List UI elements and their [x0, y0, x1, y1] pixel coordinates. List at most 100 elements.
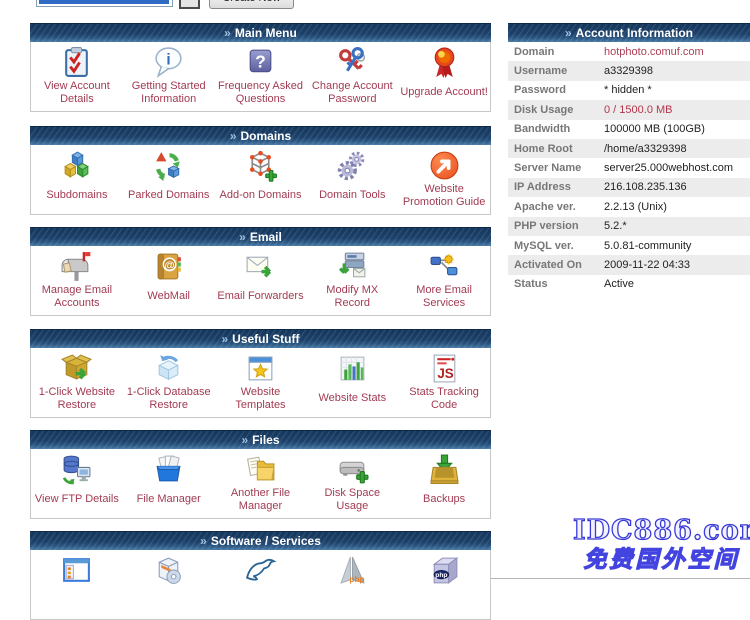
promotion-arrow-icon: [428, 149, 461, 182]
box-restore-icon: [60, 352, 93, 385]
menu-item-email-forwarders[interactable]: Email Forwarders: [215, 246, 307, 315]
chevron-icon: »: [221, 332, 228, 346]
chevron-icon: »: [241, 433, 248, 447]
section-useful-stuff: »Useful Stuff 1-Click Website Restore 1-…: [30, 329, 491, 418]
menu-item-label: Upgrade Account!: [398, 79, 489, 106]
domain-input[interactable]: [36, 0, 173, 7]
envelope-forward-icon: [244, 250, 277, 283]
account-info-value: 216.108.235.136: [604, 181, 687, 193]
account-info-value: /home/a3329398: [604, 143, 687, 155]
account-info-value: a3329398: [604, 65, 653, 77]
svg-text:@: @: [165, 261, 175, 272]
question-mark-icon: ?: [244, 46, 277, 79]
menu-item-1-click-database-restore[interactable]: 1-Click Database Restore: [123, 348, 215, 417]
section-body: php php: [30, 550, 491, 620]
account-info-row-password: Password * hidden *: [508, 81, 750, 100]
svg-text:php: php: [435, 572, 447, 579]
menu-item-getting-started-information[interactable]: i Getting Started Information: [123, 42, 215, 111]
menu-item-subdomains[interactable]: Subdomains: [31, 145, 123, 214]
account-info-row-domain: Domain hotphoto.comuf.com: [508, 42, 750, 61]
software-box-icon: [152, 554, 185, 587]
menu-item-manage-email-accounts[interactable]: Manage Email Accounts: [31, 246, 123, 315]
account-info-label: Activated On: [508, 259, 604, 271]
selected-text-highlight: [39, 0, 169, 4]
ftp-icon: [60, 453, 93, 486]
menu-item-website-promotion-guide[interactable]: Website Promotion Guide: [398, 145, 490, 214]
menu-item-upgrade-account[interactable]: Upgrade Account!: [398, 42, 490, 111]
section-header: »Useful Stuff: [30, 329, 491, 348]
account-info-label: IP Address: [508, 181, 604, 193]
menu-item-webmail[interactable]: @ WebMail: [123, 246, 215, 315]
cubes-icon: [60, 149, 93, 182]
domain-link[interactable]: hotphoto.comuf.com: [604, 46, 704, 58]
section-software-services: » Software / Services php php: [30, 531, 491, 620]
phpmyadmin-sail-icon: php: [336, 554, 369, 587]
section-title: Software / Services: [211, 534, 321, 548]
svg-text:JS: JS: [437, 366, 453, 381]
menu-item-label: Another File Manager: [215, 486, 307, 513]
flowchart-icon: [428, 250, 461, 283]
menu-item-label: Website Templates: [215, 385, 307, 412]
menu-item-more-email-services[interactable]: More Email Services: [398, 246, 490, 315]
menu-item-backups[interactable]: Backups: [398, 449, 490, 518]
account-info-value: 5.0.81-community: [604, 240, 691, 252]
menu-item-domain-tools[interactable]: Domain Tools: [306, 145, 398, 214]
section-email: »Email Manage Email Accounts @ WebMail E…: [30, 227, 491, 316]
section-header: »Email: [30, 227, 491, 246]
chevron-icon: »: [239, 230, 246, 244]
menu-item-label: Add-on Domains: [218, 182, 304, 209]
section-title: Domains: [241, 129, 292, 143]
menu-item-label: Email Forwarders: [215, 283, 305, 310]
watermark: IDC886.com 免费国外空间: [573, 515, 750, 574]
menu-item-add-on-domains[interactable]: Add-on Domains: [215, 145, 307, 214]
account-info-row-disk-usage: Disk Usage 0 / 1500.0 MB: [508, 100, 750, 119]
section-body: View FTP Details File Manager Another Fi…: [30, 449, 491, 519]
menu-item-file-manager[interactable]: File Manager: [123, 449, 215, 518]
cube-restore-icon: [152, 352, 185, 385]
menu-item-frequency-asked-questions[interactable]: ? Frequency Asked Questions: [215, 42, 307, 111]
account-info-row-php-version: PHP version 5.2.*: [508, 217, 750, 236]
account-info-label: MySQL ver.: [508, 240, 604, 252]
section-files: »Files View FTP Details File Manager Ano…: [30, 430, 491, 519]
go-button[interactable]: [179, 0, 200, 9]
section-body: Subdomains Parked Domains Add-on Domains…: [30, 145, 491, 215]
account-info-row-server-name: Server Name server25.000webhost.com: [508, 158, 750, 177]
menu-item-label: Backups: [421, 486, 467, 513]
menu-item-label: Domain Tools: [317, 182, 387, 209]
address-book-icon: @: [152, 250, 185, 283]
menu-item-label: Getting Started Information: [123, 79, 215, 106]
menu-item-change-account-password[interactable]: Change Account Password: [306, 42, 398, 111]
folder-file-icon: [244, 453, 277, 486]
create-new-button[interactable]: Create New: [209, 0, 294, 9]
disk-plus-icon: [336, 453, 369, 486]
account-info-value: 2.2.13 (Unix): [604, 201, 667, 213]
section-main-menu: »Main Menu View Account Details i Gettin…: [30, 23, 491, 112]
account-information-header: »Account Information: [508, 23, 750, 42]
backup-crate-icon: [428, 453, 461, 486]
account-info-row-username: Username a3329398: [508, 61, 750, 80]
menu-item-disk-space-usage[interactable]: Disk Space Usage: [306, 449, 398, 518]
menu-item-modify-mx-record[interactable]: Modify MX Record: [306, 246, 398, 315]
template-star-icon: [244, 352, 277, 385]
svg-text:php: php: [349, 575, 364, 584]
menu-item-view-account-details[interactable]: View Account Details: [31, 42, 123, 111]
section-header: »Main Menu: [30, 23, 491, 42]
gears-icon: [336, 149, 369, 182]
chevron-icon: »: [200, 534, 207, 548]
account-info-value: server25.000webhost.com: [604, 162, 733, 174]
chevron-icon: »: [224, 26, 231, 40]
app-window-icon: [60, 554, 93, 587]
menu-item-view-ftp-details[interactable]: View FTP Details: [31, 449, 123, 518]
menu-item-label: Frequency Asked Questions: [215, 79, 307, 106]
menu-item-stats-tracking-code[interactable]: JS Stats Tracking Code: [398, 348, 490, 417]
menu-item-label: Website Stats: [316, 385, 388, 412]
menu-item-another-file-manager[interactable]: Another File Manager: [215, 449, 307, 518]
menu-item-website-stats[interactable]: Website Stats: [306, 348, 398, 417]
menu-item-label: Subdomains: [44, 182, 109, 209]
section-body: View Account Details i Getting Started I…: [30, 42, 491, 112]
menu-item-1-click-website-restore[interactable]: 1-Click Website Restore: [31, 348, 123, 417]
menu-item-website-templates[interactable]: Website Templates: [215, 348, 307, 417]
menu-item-parked-domains[interactable]: Parked Domains: [123, 145, 215, 214]
menu-item-label: 1-Click Database Restore: [123, 385, 215, 412]
section-header: » Software / Services: [30, 531, 491, 550]
